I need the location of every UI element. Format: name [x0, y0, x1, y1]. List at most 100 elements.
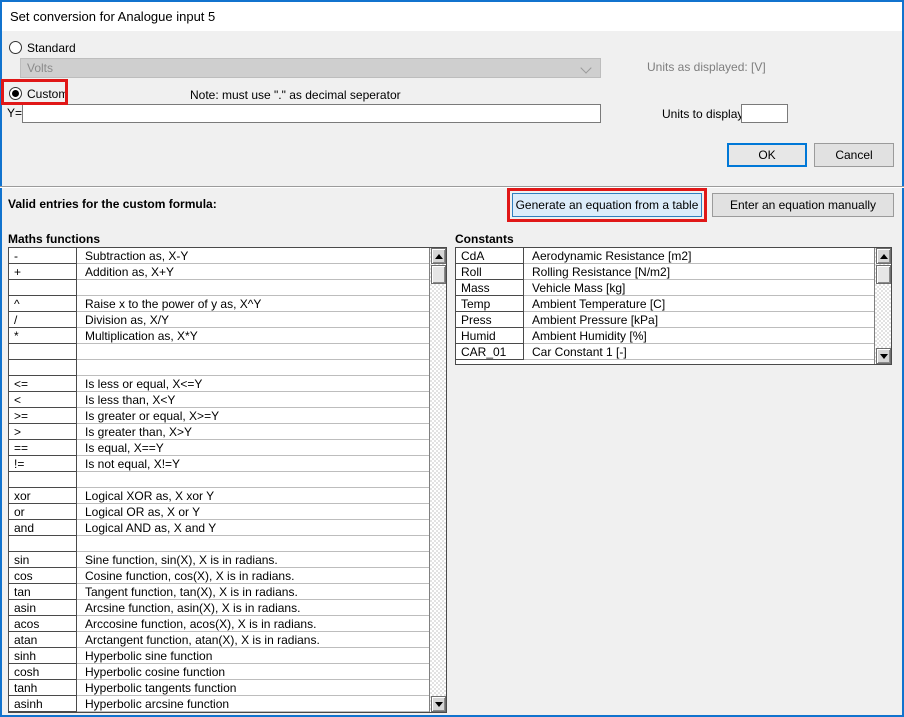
term-cell: CdA — [456, 248, 524, 264]
term-cell: tanh — [9, 680, 77, 696]
table-row[interactable]: coshHyperbolic cosine function — [9, 664, 429, 680]
table-row[interactable]: >=Is greater or equal, X>=Y — [9, 408, 429, 424]
table-row[interactable]: ^Raise x to the power of y as, X^Y — [9, 296, 429, 312]
enter-equation-manually-button[interactable]: Enter an equation manually — [712, 193, 894, 217]
title-bar[interactable]: Set conversion for Analogue input 5 — [2, 2, 902, 31]
table-row[interactable]: cosCosine function, cos(X), X is in radi… — [9, 568, 429, 584]
decimal-separator-note: Note: must use "." as decimal seperator — [190, 88, 401, 102]
scroll-up-button[interactable] — [876, 248, 891, 264]
table-row[interactable]: >Is greater than, X>Y — [9, 424, 429, 440]
table-row[interactable]: asinhHyperbolic arcsine function — [9, 696, 429, 712]
custom-radio[interactable] — [9, 87, 22, 100]
table-row[interactable]: atanArctangent function, atan(X), X is i… — [9, 632, 429, 648]
table-row[interactable]: sinhHyperbolic sine function — [9, 648, 429, 664]
table-row[interactable]: PressAmbient Pressure [kPa] — [456, 312, 874, 328]
description-cell: Division as, X/Y — [77, 312, 429, 328]
valid-entries-heading: Valid entries for the custom formula: — [8, 197, 217, 211]
table-row[interactable]: -Subtraction as, X-Y — [9, 248, 429, 264]
description-cell: Is equal, X==Y — [77, 440, 429, 456]
description-cell: Hyperbolic arcsine function — [77, 696, 429, 712]
table-row[interactable]: orLogical OR as, X or Y — [9, 504, 429, 520]
term-cell: Press — [456, 312, 524, 328]
ok-button-label: OK — [758, 148, 775, 162]
table-row[interactable] — [9, 536, 429, 552]
table-row[interactable]: !=Is not equal, X!=Y — [9, 456, 429, 472]
chevron-down-icon — [580, 62, 591, 73]
constants-scrollbar[interactable] — [874, 248, 891, 364]
description-cell: Ambient Humidity [%] — [524, 328, 874, 344]
table-row[interactable]: acosArccosine function, acos(X), X is in… — [9, 616, 429, 632]
table-row[interactable]: andLogical AND as, X and Y — [9, 520, 429, 536]
table-row[interactable] — [9, 472, 429, 488]
table-row[interactable]: /Division as, X/Y — [9, 312, 429, 328]
arrow-up-icon — [880, 254, 888, 259]
constants-table[interactable]: CdAAerodynamic Resistance [m2]RollRollin… — [455, 247, 892, 365]
dialog-set-conversion: Set conversion for Analogue input 5 Stan… — [0, 0, 904, 717]
table-row[interactable]: sinSine function, sin(X), X is in radian… — [9, 552, 429, 568]
description-cell: Aerodynamic Resistance [m2] — [524, 248, 874, 264]
term-cell: <= — [9, 376, 77, 392]
term-cell — [9, 536, 77, 552]
constants-label: Constants — [455, 232, 514, 246]
term-cell: cos — [9, 568, 77, 584]
table-row[interactable]: <Is less than, X<Y — [9, 392, 429, 408]
scroll-thumb[interactable] — [431, 265, 446, 284]
table-row[interactable] — [9, 344, 429, 360]
term-cell: != — [9, 456, 77, 472]
table-row[interactable]: xorLogical XOR as, X xor Y — [9, 488, 429, 504]
table-row[interactable]: +Addition as, X+Y — [9, 264, 429, 280]
term-cell: cosh — [9, 664, 77, 680]
term-cell: asinh — [9, 696, 77, 712]
term-cell: Mass — [456, 280, 524, 296]
table-row[interactable]: CdAAerodynamic Resistance [m2] — [456, 248, 874, 264]
arrow-up-icon — [435, 254, 443, 259]
term-cell — [9, 280, 77, 296]
generate-equation-button[interactable]: Generate an equation from a table — [512, 193, 702, 217]
maths-scrollbar[interactable] — [429, 248, 446, 712]
term-cell: or — [9, 504, 77, 520]
description-cell: Is not equal, X!=Y — [77, 456, 429, 472]
description-cell — [77, 344, 429, 360]
description-cell — [77, 360, 429, 376]
term-cell: ^ — [9, 296, 77, 312]
table-row[interactable]: TempAmbient Temperature [C] — [456, 296, 874, 312]
term-cell: sinh — [9, 648, 77, 664]
description-cell: Rolling Resistance [N/m2] — [524, 264, 874, 280]
table-row[interactable]: RollRolling Resistance [N/m2] — [456, 264, 874, 280]
description-cell: Hyperbolic tangents function — [77, 680, 429, 696]
maths-functions-table[interactable]: -Subtraction as, X-Y+Addition as, X+Y ^Ra… — [8, 247, 447, 713]
scroll-thumb[interactable] — [876, 265, 891, 284]
description-cell: Vehicle Mass [kg] — [524, 280, 874, 296]
description-cell: Is greater than, X>Y — [77, 424, 429, 440]
table-row[interactable]: CAR_01Car Constant 1 [-] — [456, 344, 874, 360]
table-row[interactable]: *Multiplication as, X*Y — [9, 328, 429, 344]
scroll-down-button[interactable] — [876, 348, 891, 364]
standard-radio[interactable] — [9, 41, 22, 54]
scroll-up-button[interactable] — [431, 248, 446, 264]
table-row[interactable]: asinArcsine function, asin(X), X is in r… — [9, 600, 429, 616]
term-cell: Humid — [456, 328, 524, 344]
cancel-button[interactable]: Cancel — [814, 143, 894, 167]
ok-button[interactable]: OK — [727, 143, 807, 167]
window-title: Set conversion for Analogue input 5 — [10, 9, 215, 24]
description-cell: Hyperbolic sine function — [77, 648, 429, 664]
table-row[interactable]: ==Is equal, X==Y — [9, 440, 429, 456]
description-cell: Arctangent function, atan(X), X is in ra… — [77, 632, 429, 648]
table-row[interactable] — [9, 360, 429, 376]
table-row[interactable]: tanhHyperbolic tangents function — [9, 680, 429, 696]
description-cell: Subtraction as, X-Y — [77, 248, 429, 264]
term-cell: xor — [9, 488, 77, 504]
table-row[interactable]: HumidAmbient Humidity [%] — [456, 328, 874, 344]
units-to-display-input[interactable] — [741, 104, 788, 123]
table-row[interactable]: <=Is less or equal, X<=Y — [9, 376, 429, 392]
description-cell: Cosine function, cos(X), X is in radians… — [77, 568, 429, 584]
cancel-button-label: Cancel — [835, 148, 872, 162]
table-row[interactable]: MassVehicle Mass [kg] — [456, 280, 874, 296]
description-cell: Logical AND as, X and Y — [77, 520, 429, 536]
table-row[interactable]: tanTangent function, tan(X), X is in rad… — [9, 584, 429, 600]
table-row[interactable] — [9, 280, 429, 296]
description-cell: Sine function, sin(X), X is in radians. — [77, 552, 429, 568]
term-cell: and — [9, 520, 77, 536]
formula-input[interactable] — [22, 104, 601, 123]
scroll-down-button[interactable] — [431, 696, 446, 712]
